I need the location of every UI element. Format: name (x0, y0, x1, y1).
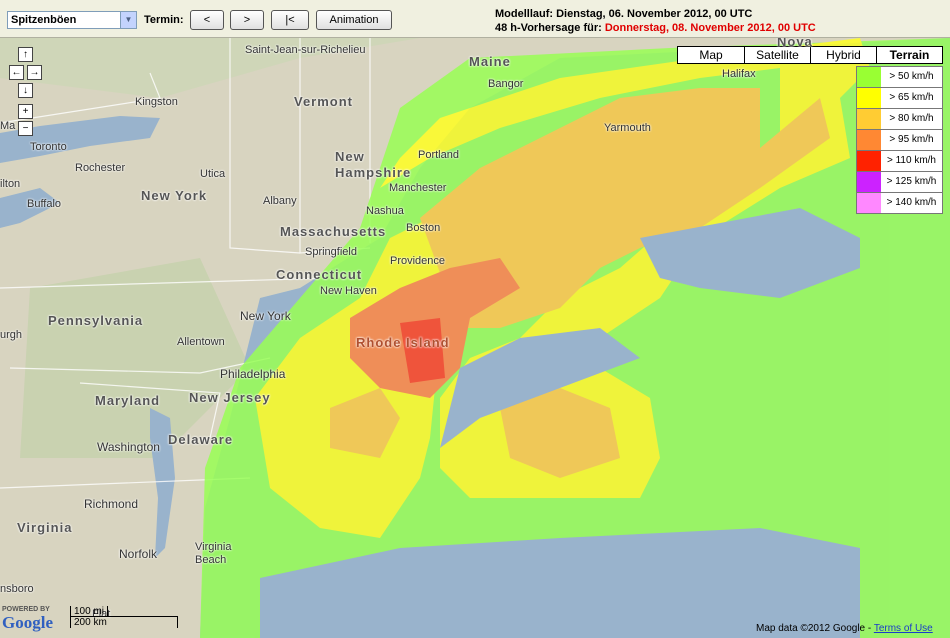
legend-label: > 65 km/h (889, 92, 934, 103)
legend-item: > 110 km/h (856, 150, 943, 172)
zoom-out-button[interactable]: − (18, 121, 33, 136)
city-label-toronto: Toronto (30, 141, 67, 153)
attribution-text: Map data ©2012 Google - (756, 623, 874, 634)
city-label-buffalo: Buffalo (27, 198, 62, 210)
legend-label: > 125 km/h (886, 176, 937, 187)
city-label-pittsburgh: urgh (0, 329, 23, 341)
state-label-vermont: Vermont (294, 94, 354, 109)
state-label-delaware: Delaware (168, 432, 234, 447)
state-label-massachusetts: Massachusetts (280, 224, 387, 239)
city-label-yarmouth: Yarmouth (604, 122, 651, 134)
zoom-in-button[interactable]: + (18, 104, 33, 119)
state-label-connecticut: Connecticut (276, 267, 363, 282)
legend-item: > 80 km/h (856, 108, 943, 130)
maptype-hybrid[interactable]: Hybrid (810, 46, 877, 64)
state-label-pennsylvania: Pennsylvania (48, 313, 144, 328)
city-label-saint-jean: Saint-Jean-sur-Richelieu (245, 44, 366, 56)
city-label-utica: Utica (200, 168, 226, 180)
city-label-allentown: Allentown (177, 336, 225, 348)
animation-button[interactable]: Animation (316, 10, 392, 30)
city-label-virginia-beach: Virginia Beach (195, 541, 232, 566)
legend-item: > 95 km/h (856, 129, 943, 151)
state-label-maryland: Maryland (95, 393, 161, 408)
google-logo-text: Google (2, 613, 53, 632)
pan-down-button[interactable]: ↓ (18, 83, 33, 98)
legend-label: > 140 km/h (886, 197, 937, 208)
legend-label: > 95 km/h (889, 134, 934, 145)
legend-swatch (857, 172, 881, 192)
city-label-hamilton: ilton (0, 178, 21, 190)
first-button[interactable]: |< (271, 10, 309, 30)
legend-item: > 65 km/h (856, 87, 943, 109)
state-label-virginia: Virginia (17, 520, 73, 535)
city-label-providence: Providence (390, 255, 446, 267)
scale-km: 200 km (70, 616, 178, 628)
maptype-map[interactable]: Map (677, 46, 745, 64)
city-label-boston: Boston (406, 222, 441, 234)
city-label-norfolk: Norfolk (119, 547, 158, 561)
pan-right-button[interactable]: → (27, 65, 42, 80)
google-logo: POWERED BY Google (2, 606, 53, 633)
city-label-new-haven: New Haven (320, 285, 377, 297)
map-canvas[interactable]: ↑ ← → ↓ + − Map Satellite Hybrid Terrain… (0, 38, 950, 638)
city-label-washington: Washington (97, 440, 160, 454)
forecast-prefix: 48 h-Vorhersage für: (495, 22, 605, 34)
state-label-new-hampshire: New Hampshire (335, 149, 412, 180)
city-label-kingston: Kingston (135, 96, 178, 108)
city-label-richmond: Richmond (84, 497, 139, 511)
city-label-new-york-city: New York (240, 309, 291, 323)
legend-label: > 50 km/h (889, 71, 934, 82)
scale-bar: 100 mi 200 km (70, 606, 178, 628)
city-label-portland: Portland (418, 149, 459, 161)
city-label-halifax: Halifax (722, 68, 756, 80)
region-label-nova: Nova (777, 38, 813, 49)
legend-swatch (857, 193, 881, 213)
scale-mi: 100 mi (70, 606, 108, 617)
state-label-new-york: New York (141, 188, 208, 203)
pan-up-button[interactable]: ↑ (18, 47, 33, 62)
model-run-text: Modelllauf: Dienstag, 06. November 2012,… (495, 8, 753, 20)
legend-swatch (857, 88, 881, 108)
chevron-down-icon[interactable]: ▼ (120, 12, 136, 28)
legend-label: > 110 km/h (886, 155, 936, 166)
state-label-maine: Maine (469, 54, 511, 69)
city-label-albany: Albany (263, 195, 297, 207)
legend-swatch (857, 67, 881, 87)
city-label-greensboro: nsboro (0, 583, 34, 595)
legend-swatch (857, 130, 881, 150)
legend-item: > 125 km/h (856, 171, 943, 193)
parameter-select[interactable]: Spitzenböen ▼ (7, 11, 137, 29)
city-label-philadelphia: Philadelphia (220, 367, 286, 381)
forecast-line: 48 h-Vorhersage für: Donnerstag, 08. Nov… (495, 21, 816, 35)
state-label-rhode-island: Rhode Island (356, 335, 450, 350)
city-label-rochester: Rochester (75, 162, 126, 174)
legend-swatch (857, 151, 881, 171)
legend-item: > 140 km/h (856, 192, 943, 214)
maptype-terrain[interactable]: Terrain (876, 46, 943, 64)
state-label-new-jersey: New Jersey (189, 390, 271, 405)
run-info: Modelllauf: Dienstag, 06. November 2012,… (495, 7, 816, 35)
city-label-manchester: Manchester (389, 182, 447, 194)
city-label-mississauga: Ma (0, 120, 16, 132)
city-label-bangor: Bangor (488, 78, 524, 90)
terms-of-use-link[interactable]: Terms of Use (874, 623, 933, 634)
termin-label: Termin: (144, 14, 184, 26)
powered-by-text: POWERED BY (2, 606, 50, 613)
parameter-select-value: Spitzenböen (11, 14, 77, 26)
legend-item: > 50 km/h (856, 66, 943, 88)
toolbar: Spitzenböen ▼ Termin: < > |< Animation M… (0, 0, 950, 38)
city-label-nashua: Nashua (366, 205, 404, 217)
legend-swatch (857, 109, 881, 129)
city-label-springfield: Springfield (305, 246, 357, 258)
forecast-date: Donnerstag, 08. November 2012, 00 UTC (604, 22, 816, 34)
gust-legend: > 50 km/h > 65 km/h > 80 km/h > 95 km/h > 11… (856, 66, 943, 214)
map-attribution: Map data ©2012 Google - Terms of Use (756, 623, 933, 634)
prev-button[interactable]: < (190, 10, 224, 30)
next-button[interactable]: > (230, 10, 264, 30)
legend-label: > 80 km/h (889, 113, 934, 124)
pan-left-button[interactable]: ← (9, 65, 24, 80)
